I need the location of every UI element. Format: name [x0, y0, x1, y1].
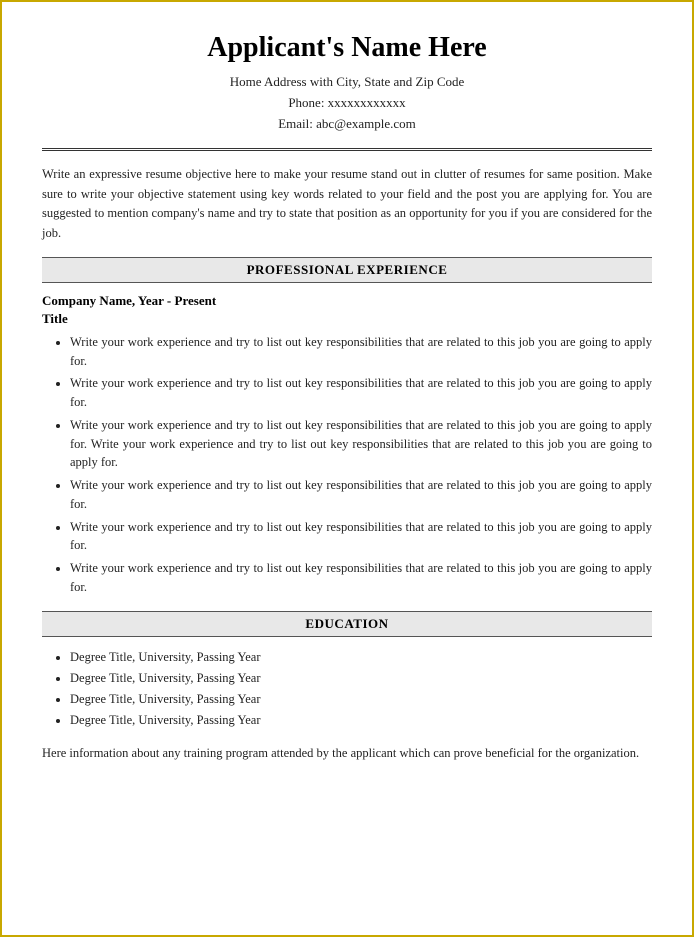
experience-item: Write your work experience and try to li… — [70, 374, 652, 412]
resume-page: Applicant's Name Here Home Address with … — [0, 0, 694, 937]
applicant-name: Applicant's Name Here — [42, 32, 652, 64]
header-divider — [42, 148, 652, 151]
experience-item: Write your work experience and try to li… — [70, 476, 652, 514]
experience-item: Write your work experience and try to li… — [70, 559, 652, 597]
objective-section: Write an expressive resume objective her… — [42, 165, 652, 243]
experience-item: Write your work experience and try to li… — [70, 333, 652, 371]
education-section: Degree Title, University, Passing Year D… — [42, 647, 652, 763]
company-name: Company Name, Year - Present — [42, 293, 652, 309]
education-list: Degree Title, University, Passing Year D… — [42, 647, 652, 732]
job-title: Title — [42, 311, 652, 327]
resume-header: Applicant's Name Here Home Address with … — [42, 32, 652, 134]
experience-item: Write your work experience and try to li… — [70, 416, 652, 472]
contact-info: Home Address with City, State and Zip Co… — [42, 72, 652, 134]
education-item: Degree Title, University, Passing Year — [70, 710, 652, 731]
education-item: Degree Title, University, Passing Year — [70, 647, 652, 668]
training-info: Here information about any training prog… — [42, 744, 652, 763]
education-section-header: EDUCATION — [42, 611, 652, 637]
experience-section-header: PROFESSIONAL EXPERIENCE — [42, 257, 652, 283]
education-item: Degree Title, University, Passing Year — [70, 668, 652, 689]
experience-list: Write your work experience and try to li… — [42, 333, 652, 597]
education-item: Degree Title, University, Passing Year — [70, 689, 652, 710]
phone-line: Phone: xxxxxxxxxxxx — [42, 93, 652, 114]
experience-item: Write your work experience and try to li… — [70, 518, 652, 556]
email-line: Email: abc@example.com — [42, 114, 652, 135]
objective-text: Write an expressive resume objective her… — [42, 167, 652, 239]
address-line: Home Address with City, State and Zip Co… — [42, 72, 652, 93]
